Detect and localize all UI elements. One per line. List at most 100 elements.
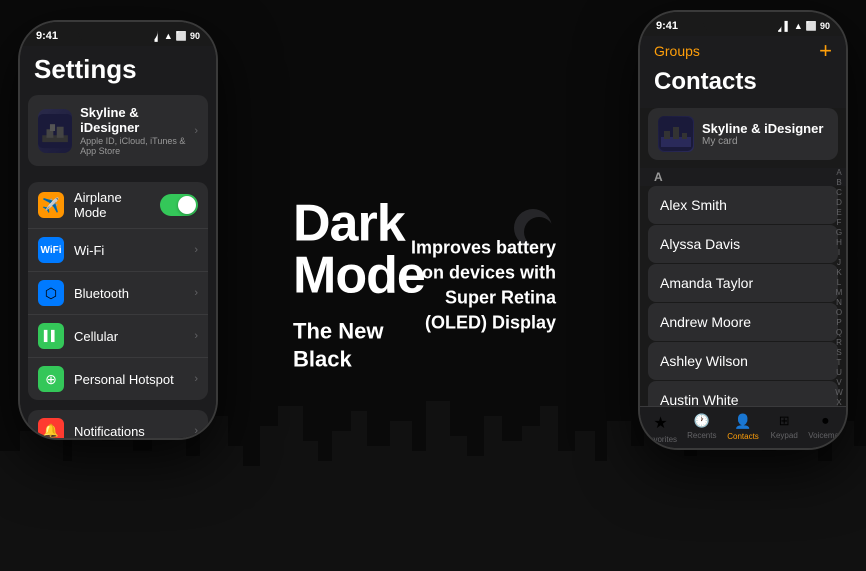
- groups-label[interactable]: Groups: [654, 43, 700, 59]
- airplane-mode-row[interactable]: ✈️ Airplane Mode: [28, 182, 208, 229]
- cellular-row[interactable]: ▌▌ Cellular ›: [28, 315, 208, 358]
- bluetooth-icon: ⬡: [38, 280, 64, 306]
- alpha-m[interactable]: M: [834, 288, 844, 297]
- contact-alyssa-davis[interactable]: Alyssa Davis: [648, 225, 838, 263]
- wifi-settings-icon: WiFi: [38, 237, 64, 263]
- wifi-label: Wi-Fi: [74, 243, 184, 258]
- apple-id-row[interactable]: Skyline & iDesigner Apple ID, iCloud, iT…: [28, 95, 208, 166]
- alpha-o[interactable]: O: [834, 308, 844, 317]
- contacts-body: A Alex Smith Alyssa Davis Amanda Taylor …: [640, 168, 846, 406]
- bluetooth-chevron: ›: [194, 287, 198, 299]
- contacts-battery-icon: ⬜: [806, 21, 817, 32]
- hotspot-chevron: ›: [194, 373, 198, 385]
- alpha-q[interactable]: Q: [834, 328, 844, 337]
- airplane-mode-label: Airplane Mode: [74, 190, 150, 220]
- alpha-v[interactable]: V: [834, 378, 844, 387]
- recents-icon: 🕐: [694, 413, 710, 429]
- tab-favorites[interactable]: ★ Favorites: [640, 413, 681, 444]
- alpha-u[interactable]: U: [834, 368, 844, 377]
- keypad-icon: ⊞: [779, 413, 790, 429]
- settings-group-connectivity: ✈️ Airplane Mode WiFi Wi-Fi › ⬡ Bluetoot…: [28, 182, 208, 400]
- alpha-r[interactable]: R: [834, 338, 844, 347]
- notifications-row[interactable]: 🔔 Notifications ›: [28, 410, 208, 440]
- alpha-w[interactable]: W: [834, 388, 844, 397]
- contacts-notch: [703, 12, 783, 34]
- contacts-tab-icon: 👤: [734, 413, 751, 430]
- alpha-l[interactable]: L: [834, 278, 844, 287]
- tab-keypad[interactable]: ⊞ Keypad: [764, 413, 805, 444]
- cellular-label: Cellular: [74, 329, 184, 344]
- groups-bar: Groups +: [654, 40, 832, 66]
- cellular-chevron: ›: [194, 330, 198, 342]
- description-text: Improves battery on devices with Super R…: [396, 235, 556, 336]
- settings-notch: [78, 22, 158, 44]
- hotspot-label: Personal Hotspot: [74, 372, 184, 387]
- alpha-h[interactable]: H: [834, 238, 844, 247]
- contacts-phone: 9:41 ▌▌▌ ▲ ⬜ 90 Groups + Contacts: [638, 10, 848, 450]
- alpha-i[interactable]: I: [834, 248, 844, 257]
- alpha-k[interactable]: K: [834, 268, 844, 277]
- contact-austin-white[interactable]: Austin White: [648, 381, 838, 406]
- alpha-j[interactable]: J: [834, 258, 844, 267]
- apple-id-icon: [38, 109, 72, 153]
- alpha-x[interactable]: X: [834, 398, 844, 406]
- hotspot-row[interactable]: ⊕ Personal Hotspot ›: [28, 358, 208, 400]
- settings-screen: 9:41 ▌▌▌ ▲ ⬜ 90 Settings: [20, 22, 216, 438]
- voicemail-label: Voicemail: [808, 431, 842, 440]
- hotspot-icon: ⊕: [38, 366, 64, 392]
- apple-id-name: Skyline & iDesigner: [80, 105, 194, 135]
- tab-recents[interactable]: 🕐 Recents: [681, 413, 722, 444]
- contacts-wifi-icon: ▲: [794, 21, 803, 31]
- alpha-s[interactable]: S: [834, 348, 844, 357]
- alpha-a[interactable]: A: [834, 168, 844, 177]
- favorites-label: Favorites: [644, 435, 677, 444]
- contacts-battery-value: 90: [820, 21, 830, 31]
- voicemail-icon: ⏺: [822, 413, 829, 429]
- alpha-g[interactable]: G: [834, 228, 844, 237]
- contacts-status-time: 9:41: [656, 20, 678, 32]
- keypad-label: Keypad: [771, 431, 798, 440]
- contacts-tab-label: Contacts: [727, 432, 759, 441]
- bluetooth-row[interactable]: ⬡ Bluetooth ›: [28, 272, 208, 315]
- add-contact-button[interactable]: +: [819, 40, 832, 62]
- alpha-n[interactable]: N: [834, 298, 844, 307]
- notifications-chevron: ›: [194, 425, 198, 437]
- contact-ashley-wilson[interactable]: Ashley Wilson: [648, 342, 838, 380]
- recents-label: Recents: [687, 431, 716, 440]
- wifi-chevron: ›: [194, 244, 198, 256]
- alphabet-sidebar: A B C D E F G H I J K L M N O P Q: [834, 168, 844, 406]
- battery-icon: ⬜: [176, 31, 187, 42]
- contact-andrew-moore[interactable]: Andrew Moore: [648, 303, 838, 341]
- tab-voicemail[interactable]: ⏺ Voicemail: [805, 413, 846, 444]
- notifications-label: Notifications: [74, 424, 184, 439]
- contacts-phone-frame: 9:41 ▌▌▌ ▲ ⬜ 90 Groups + Contacts: [638, 10, 848, 450]
- wifi-icon: ▲: [164, 31, 173, 41]
- alpha-t[interactable]: T: [834, 358, 844, 367]
- contact-amanda-taylor[interactable]: Amanda Taylor: [648, 264, 838, 302]
- alpha-p[interactable]: P: [834, 318, 844, 327]
- settings-phone-frame: 9:41 ▌▌▌ ▲ ⬜ 90 Settings: [18, 20, 218, 440]
- airplane-mode-toggle[interactable]: [160, 194, 198, 216]
- skyline-sub: My card: [702, 136, 828, 147]
- cellular-icon: ▌▌: [38, 323, 64, 349]
- tab-bar: ★ Favorites 🕐 Recents 👤 Contacts ⊞ Keypa…: [640, 406, 846, 448]
- alpha-f[interactable]: F: [834, 218, 844, 227]
- skyline-card[interactable]: Skyline & iDesigner My card: [648, 108, 838, 160]
- contacts-top-bar: Groups + Contacts: [640, 36, 846, 108]
- section-a-header: A: [640, 168, 846, 186]
- bluetooth-label: Bluetooth: [74, 286, 184, 301]
- alpha-d[interactable]: D: [834, 198, 844, 207]
- settings-phone: 9:41 ▌▌▌ ▲ ⬜ 90 Settings: [18, 20, 218, 440]
- wifi-row[interactable]: WiFi Wi-Fi ›: [28, 229, 208, 272]
- contacts-title: Contacts: [654, 66, 832, 102]
- apple-id-sub: Apple ID, iCloud, iTunes & App Store: [80, 136, 194, 156]
- alpha-b[interactable]: B: [834, 178, 844, 187]
- settings-status-time: 9:41: [36, 30, 58, 42]
- alpha-e[interactable]: E: [834, 208, 844, 217]
- tab-contacts[interactable]: 👤 Contacts: [722, 413, 763, 444]
- airplane-mode-icon: ✈️: [38, 192, 64, 218]
- skyline-name: Skyline & iDesigner: [702, 121, 828, 136]
- contact-alex-smith[interactable]: Alex Smith: [648, 186, 838, 224]
- alpha-c[interactable]: C: [834, 188, 844, 197]
- contacts-wrapper: 9:41 ▌▌▌ ▲ ⬜ 90 Groups + Contacts: [640, 12, 846, 448]
